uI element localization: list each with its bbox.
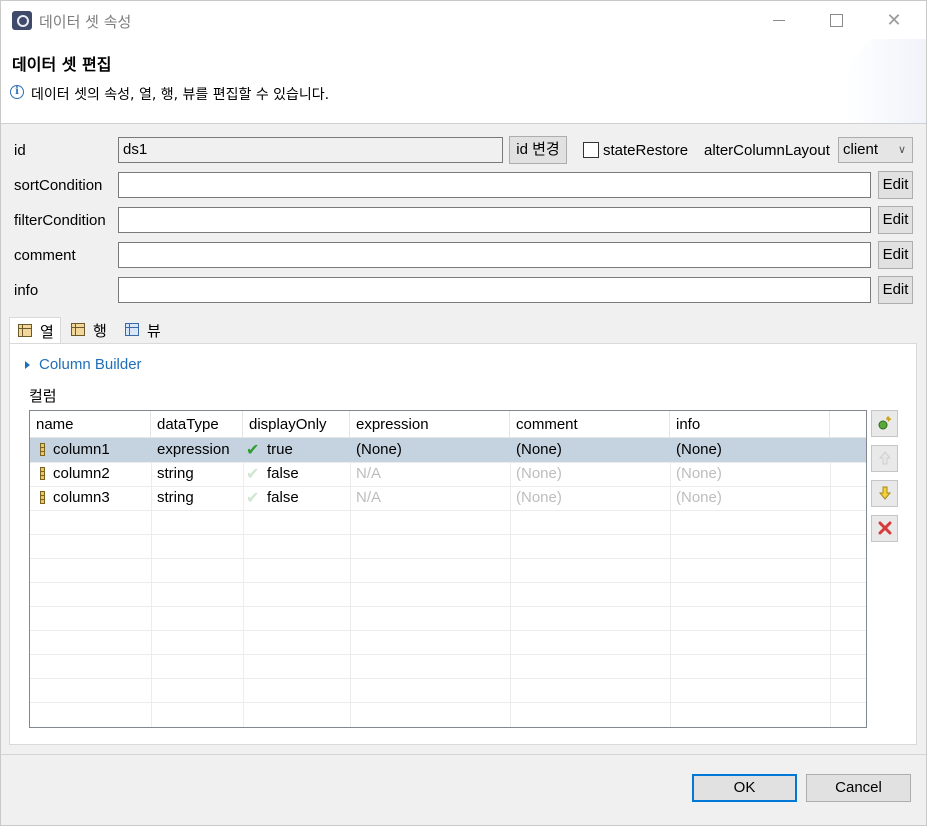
header-name[interactable]: name — [30, 411, 151, 438]
header-decoration — [846, 39, 926, 123]
cell-name: column2 — [53, 465, 110, 482]
header-comment[interactable]: comment — [510, 411, 670, 438]
cell-info: (None) — [676, 465, 722, 482]
id-change-button[interactable]: id 변경 — [509, 136, 567, 164]
expand-arrow-icon[interactable] — [25, 361, 30, 369]
info-input[interactable] — [118, 277, 871, 303]
window-title: 데이터 셋 속성 — [39, 13, 132, 31]
cell-datatype: expression — [157, 441, 230, 458]
displayonly-value: false — [267, 489, 299, 506]
table-row[interactable]: column3 string ✔ false N/A (None) (None) — [30, 486, 866, 510]
column-icon — [40, 443, 45, 456]
cell-comment: (None) — [516, 441, 562, 458]
tab-view[interactable]: 뷰 — [117, 317, 167, 343]
header-datatype[interactable]: dataType — [151, 411, 243, 438]
header-info[interactable]: info — [670, 411, 830, 438]
view-table-icon — [125, 323, 139, 336]
columns-table: name dataType displayOnly expression com… — [29, 410, 867, 728]
checkmark-icon[interactable]: ✔ — [246, 487, 259, 511]
move-up-icon — [878, 451, 891, 465]
move-down-button[interactable] — [871, 480, 898, 507]
tab-columns-label: 열 — [40, 323, 54, 341]
displayonly-value: false — [267, 465, 299, 482]
cell-comment: (None) — [516, 465, 562, 482]
column-builder-link[interactable]: Column Builder — [39, 356, 142, 373]
sort-condition-input[interactable] — [118, 172, 871, 198]
table-icon — [18, 324, 32, 337]
dialog-header: 데이터 셋 편집 i 데이터 셋의 속성, 열, 행, 뷰를 편집할 수 있습니… — [1, 39, 926, 124]
cell-expression: N/A — [356, 465, 382, 482]
sort-condition-label: sortCondition — [14, 177, 103, 194]
tab-rows[interactable]: 행 — [63, 317, 113, 343]
info-icon: i — [10, 85, 24, 99]
title-bar: 데이터 셋 속성 ✕ — [1, 1, 926, 39]
cell-comment: (None) — [516, 489, 562, 506]
table-row[interactable]: column1 expression ✔ true (None) (None) … — [30, 438, 866, 462]
chevron-down-icon: ∨ — [897, 144, 906, 156]
comment-label: comment — [14, 247, 76, 264]
move-up-button[interactable] — [871, 445, 898, 472]
comment-input[interactable] — [118, 242, 871, 268]
footer-separator — [1, 754, 926, 755]
comment-edit-button[interactable]: Edit — [878, 241, 913, 269]
dialog-window: 데이터 셋 속성 ✕ 데이터 셋 편집 i 데이터 셋의 속성, 열, 행, 뷰… — [0, 0, 927, 826]
cell-expression: (None) — [356, 441, 402, 458]
cell-name: column1 — [53, 441, 110, 458]
sort-condition-edit-button[interactable]: Edit — [878, 171, 913, 199]
header-expression[interactable]: expression — [350, 411, 510, 438]
delete-icon — [878, 521, 891, 535]
move-down-icon — [878, 486, 891, 500]
info-label: info — [14, 282, 39, 299]
alter-column-layout-value: client — [843, 141, 879, 158]
alter-column-layout-select[interactable]: client ∨ — [838, 137, 913, 163]
id-field[interactable]: ds1 — [118, 137, 503, 163]
column-icon — [40, 467, 45, 480]
app-icon — [12, 11, 32, 30]
delete-column-button[interactable] — [871, 515, 898, 542]
add-column-button[interactable] — [871, 410, 898, 437]
filter-condition-edit-button[interactable]: Edit — [878, 206, 913, 234]
minimize-button[interactable] — [750, 1, 808, 39]
cell-expression: N/A — [356, 489, 382, 506]
alter-column-layout-label: alterColumnLayout — [704, 142, 830, 159]
header-displayonly[interactable]: displayOnly — [243, 411, 350, 438]
cell-datatype: string — [157, 465, 194, 482]
table-icon — [71, 323, 85, 336]
cell-info: (None) — [676, 441, 722, 458]
tab-view-label: 뷰 — [147, 322, 161, 340]
cancel-button[interactable]: Cancel — [806, 774, 911, 802]
state-restore-checkbox[interactable] — [583, 142, 599, 158]
maximize-button[interactable] — [807, 1, 865, 39]
id-label: id — [14, 142, 26, 159]
column-icon — [40, 491, 45, 504]
header-description: 데이터 셋의 속성, 열, 행, 뷰를 편집할 수 있습니다. — [31, 87, 330, 103]
header-title: 데이터 셋 편집 — [12, 55, 112, 74]
columns-section-label: 컬럼 — [29, 387, 57, 405]
tab-rows-label: 행 — [93, 322, 107, 340]
tab-columns[interactable]: 열 — [9, 317, 61, 344]
ok-button[interactable]: OK — [692, 774, 797, 802]
filter-condition-input[interactable] — [118, 207, 871, 233]
cell-name: column3 — [53, 489, 110, 506]
add-column-icon — [878, 416, 891, 430]
displayonly-value: true — [267, 441, 293, 458]
columns-panel: Column Builder 컬럼 name dataType displayO… — [9, 343, 917, 745]
close-button[interactable]: ✕ — [865, 1, 923, 39]
table-row[interactable]: column2 string ✔ false N/A (None) (None) — [30, 462, 866, 486]
checkmark-icon[interactable]: ✔ — [246, 463, 259, 487]
filter-condition-label: filterCondition — [14, 212, 106, 229]
info-edit-button[interactable]: Edit — [878, 276, 913, 304]
state-restore-label: stateRestore — [603, 142, 689, 159]
cell-datatype: string — [157, 489, 194, 506]
checkmark-icon[interactable]: ✔ — [246, 439, 259, 463]
table-header: name dataType displayOnly expression com… — [30, 411, 866, 438]
cell-info: (None) — [676, 489, 722, 506]
